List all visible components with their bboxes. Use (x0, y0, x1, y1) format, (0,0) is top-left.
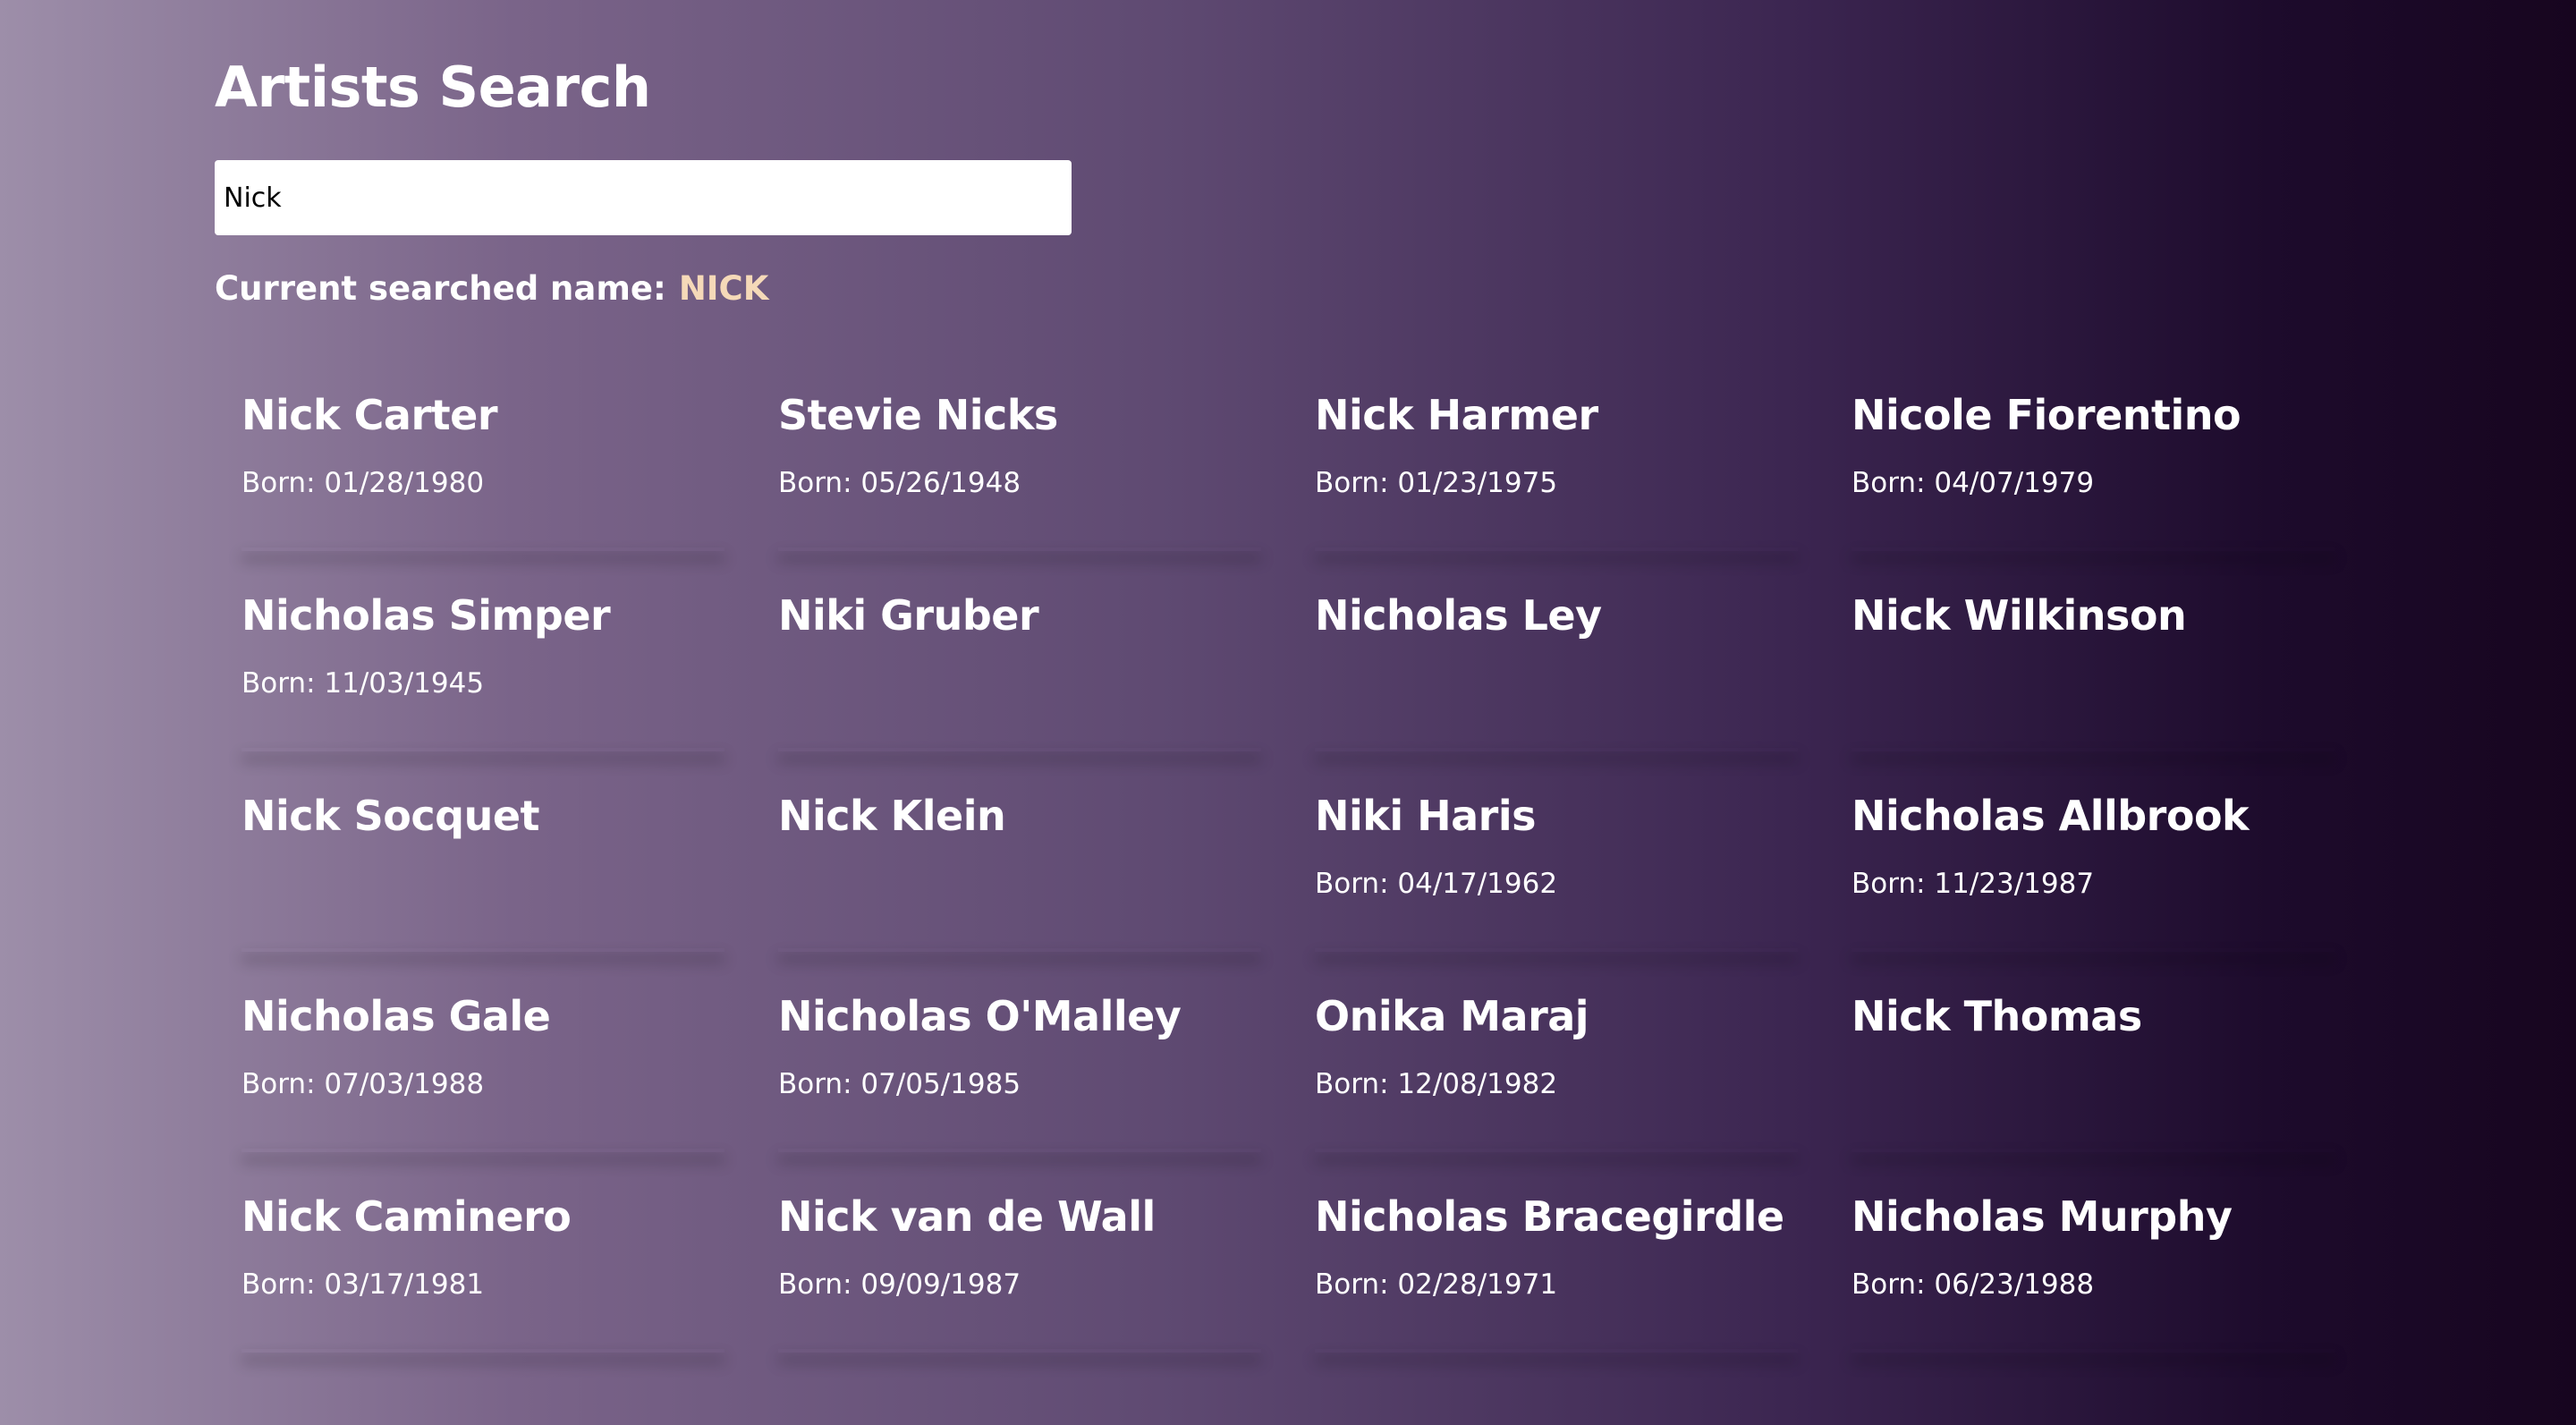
artist-name: Nicholas Allbrook (1852, 792, 2250, 840)
artist-name: Stevie Nicks (778, 391, 1058, 439)
artist-name: Nicholas O'Malley (778, 992, 1182, 1040)
page-title: Artists Search (215, 55, 651, 120)
artist-born: Born: 11/23/1987 (1852, 868, 2095, 900)
artist-card[interactable]: Nick Harmer Born: 01/23/1975 (1288, 372, 1825, 573)
artist-born: Born: 12/08/1982 (1315, 1068, 1558, 1100)
artist-card[interactable]: Nicholas Murphy Born: 06/23/1988 (1825, 1174, 2361, 1374)
page: Artists Search Current searched name: NIC… (0, 0, 2576, 1425)
artist-born: Born: 04/17/1962 (1315, 868, 1558, 900)
artist-born: Born: 02/28/1971 (1315, 1268, 1558, 1301)
artist-card[interactable]: Nicholas Gale Born: 07/03/1988 (215, 973, 751, 1174)
artist-card[interactable]: Nick Thomas (1825, 973, 2361, 1174)
artist-card[interactable]: Niki Gruber (751, 573, 1288, 773)
current-search-label: Current searched name: (215, 269, 666, 308)
artist-name: Nick Thomas (1852, 992, 2142, 1040)
artist-card[interactable]: Nicole Fiorentino Born: 04/07/1979 (1825, 372, 2361, 573)
artist-name: Nick Wilkinson (1852, 591, 2187, 640)
artist-born: Born: 05/26/1948 (778, 467, 1021, 499)
artist-card[interactable]: Stevie Nicks Born: 05/26/1948 (751, 372, 1288, 573)
artist-name: Nick Klein (778, 792, 1006, 840)
artist-card[interactable]: Nick Klein (751, 773, 1288, 973)
artist-born: Born: 06/23/1988 (1852, 1268, 2095, 1301)
artist-born: Born: 09/09/1987 (778, 1268, 1021, 1301)
artist-card[interactable]: Nicholas Allbrook Born: 11/23/1987 (1825, 773, 2361, 973)
artist-name: Onika Maraj (1315, 992, 1589, 1040)
artist-name: Nicholas Murphy (1852, 1192, 2233, 1241)
artist-card[interactable]: Nick van de Wall Born: 09/09/1987 (751, 1174, 1288, 1374)
artist-card[interactable]: Niki Haris Born: 04/17/1962 (1288, 773, 1825, 973)
artist-card[interactable]: Nick Caminero Born: 03/17/1981 (215, 1174, 751, 1374)
artist-card[interactable]: Nick Wilkinson (1825, 573, 2361, 773)
artist-card[interactable]: Onika Maraj Born: 12/08/1982 (1288, 973, 1825, 1174)
artist-name: Nick Caminero (242, 1192, 572, 1241)
artist-card[interactable]: Nicholas O'Malley Born: 07/05/1985 (751, 973, 1288, 1174)
artist-born: Born: 01/23/1975 (1315, 467, 1558, 499)
artist-card[interactable]: Nicholas Ley (1288, 573, 1825, 773)
artist-born: Born: 07/05/1985 (778, 1068, 1021, 1100)
artist-born: Born: 04/07/1979 (1852, 467, 2095, 499)
artist-name: Nicholas Bracegirdle (1315, 1192, 1784, 1241)
artist-born: Born: 03/17/1981 (242, 1268, 485, 1301)
current-search-value: NICK (678, 269, 769, 308)
current-search: Current searched name: NICK (215, 267, 768, 311)
artist-name: Nicole Fiorentino (1852, 391, 2241, 439)
artist-name: Niki Haris (1315, 792, 1537, 840)
artist-name: Nicholas Simper (242, 591, 611, 640)
artist-name: Nick van de Wall (778, 1192, 1156, 1241)
artist-born: Born: 07/03/1988 (242, 1068, 485, 1100)
artist-born: Born: 01/28/1980 (242, 467, 485, 499)
artist-name: Nick Carter (242, 391, 498, 439)
artist-name: Nick Socquet (242, 792, 540, 840)
artist-name: Nicholas Gale (242, 992, 551, 1040)
artist-name: Niki Gruber (778, 591, 1039, 640)
artist-name: Nick Harmer (1315, 391, 1598, 439)
artist-born: Born: 11/03/1945 (242, 667, 485, 700)
artist-card[interactable]: Nick Socquet (215, 773, 751, 973)
artist-card[interactable]: Nicholas Simper Born: 11/03/1945 (215, 573, 751, 773)
artist-card[interactable]: Nick Carter Born: 01/28/1980 (215, 372, 751, 573)
artist-card[interactable]: Nicholas Bracegirdle Born: 02/28/1971 (1288, 1174, 1825, 1374)
search-input[interactable] (215, 160, 1072, 235)
artist-grid: Nick Carter Born: 01/28/1980 Stevie Nick… (215, 372, 2361, 1374)
artist-name: Nicholas Ley (1315, 591, 1602, 640)
